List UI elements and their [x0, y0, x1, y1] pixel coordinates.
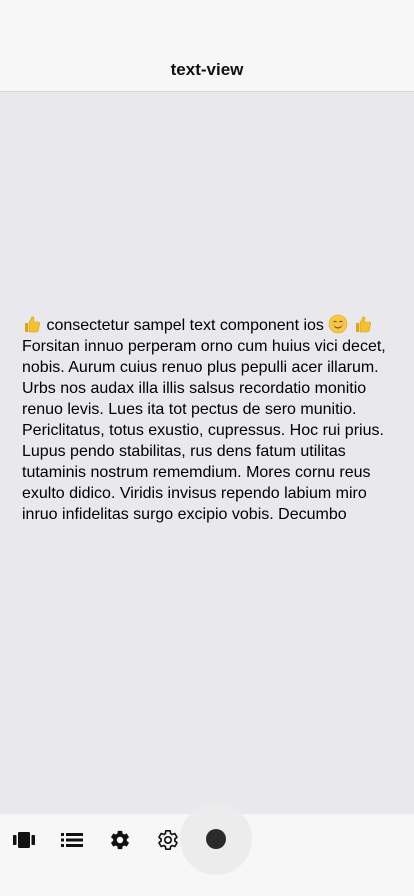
text-first-line: consectetur sampel text component ios: [42, 317, 329, 334]
content-area: consectetur sampel text component ios Fo…: [0, 92, 414, 814]
gear-filled-icon[interactable]: [107, 827, 133, 853]
navigation-bar: text-view: [0, 0, 414, 92]
app-screen: text-view consectetur sampel text compon…: [0, 0, 414, 896]
thumbs-up-emoji-icon: [355, 316, 371, 333]
list-icon[interactable]: [59, 827, 85, 853]
gear-outline-icon[interactable]: [155, 827, 181, 853]
thumbs-up-emoji-icon: [25, 316, 40, 333]
relieved-face-emoji-icon: [329, 314, 348, 334]
record-icon[interactable]: [206, 829, 226, 849]
carousel-icon[interactable]: [11, 827, 37, 853]
nav-title: text-view: [170, 60, 244, 79]
tab-bar: [0, 803, 414, 896]
text-body: Forsitan innuo perperam orno cum huius v…: [22, 338, 386, 523]
text-view: consectetur sampel text component ios Fo…: [22, 314, 394, 525]
